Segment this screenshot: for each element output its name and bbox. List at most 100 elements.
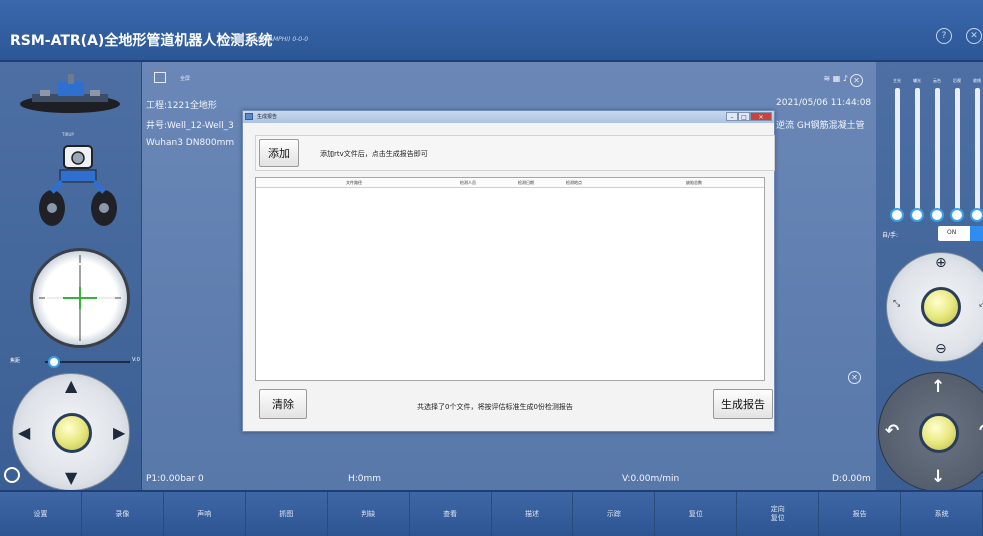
slider-label: 后视 — [953, 78, 961, 83]
toolbar-settings[interactable]: 设置 — [0, 492, 82, 536]
fullscreen-icon[interactable] — [154, 72, 166, 83]
pipe-info: Wuhan3 DN800mm — [146, 138, 235, 148]
toolbar-defect[interactable]: 判缺 — [328, 492, 410, 536]
toolbar-reset[interactable]: 复位 — [655, 492, 738, 536]
flow-info: 逆流 GH钢筋混凝土管 — [776, 121, 865, 131]
ptz-center-button[interactable] — [919, 413, 959, 453]
file-table[interactable]: 文件路径 检测人员 检测日期 检测地点 缺陷总数 — [255, 177, 765, 381]
close-icon[interactable]: ✕ — [750, 112, 772, 121]
slider-track[interactable] — [935, 88, 940, 212]
col-file-path: 文件路径 — [346, 180, 362, 185]
focus-slider[interactable]: 焦距 V:0 — [10, 356, 140, 368]
slider-track[interactable] — [895, 88, 900, 212]
toolbar-trace[interactable]: 示踪 — [573, 492, 656, 536]
main-light-slider[interactable]: 主光 — [890, 78, 904, 222]
level-gauge — [30, 248, 130, 348]
cable-slider[interactable]: 收线 — [970, 78, 983, 222]
toolbar-record[interactable]: 录像 — [82, 492, 164, 536]
network-icon: ▦ — [832, 74, 841, 83]
toggle-thumb — [970, 226, 983, 241]
zoom-center-button[interactable] — [921, 287, 961, 327]
left-arrow-icon[interactable]: ◀ — [18, 425, 30, 441]
close-app-icon[interactable]: ✕ — [966, 28, 982, 44]
backward-arrow-icon[interactable]: ▼ — [65, 470, 77, 486]
col-date: 检测日期 — [518, 180, 534, 185]
robot-label: TIRUP — [62, 132, 74, 137]
ptz-rotate-left-icon[interactable]: ↶ — [885, 421, 899, 441]
robot-front-view-icon — [39, 145, 117, 226]
distance-readout: D:0.00m — [832, 474, 871, 484]
zoom-in-icon[interactable]: ⊕ — [935, 255, 947, 271]
slider-label: 云台 — [933, 78, 941, 83]
toolbar-orient-reset[interactable]: 定向 复位 — [737, 492, 820, 536]
slider-track[interactable] — [975, 88, 980, 212]
aux-light-slider[interactable]: 辅光 — [910, 78, 924, 222]
toolbar-sound[interactable]: 声响 — [164, 492, 246, 536]
report-dialog: 生成报告 – □ ✕ 添加 添加rtv文件后，点击生成报告即可 文件路径 检测人… — [242, 110, 775, 432]
toolbar-view[interactable]: 查看 — [410, 492, 492, 536]
help-icon[interactable]: ? — [936, 28, 952, 44]
auto-manual-toggle[interactable]: ON — [938, 226, 983, 241]
zoom-out-icon[interactable]: ⊖ — [935, 341, 947, 357]
toolbar-describe[interactable]: 描述 — [492, 492, 574, 536]
toolbar-snapshot[interactable]: 抓图 — [246, 492, 328, 536]
clear-button[interactable]: 清除 — [259, 389, 307, 419]
action-section: 清除 共选择了0个文件，将按评估标准生成0份检测报告 生成报告 — [255, 387, 775, 423]
slider-knob[interactable] — [930, 208, 944, 222]
focus-knob[interactable] — [48, 356, 60, 368]
drive-dpad[interactable]: ▲ ▼ ◀ ▶ — [12, 373, 130, 491]
generate-report-button[interactable]: 生成报告 — [713, 389, 773, 419]
ptz-pad[interactable]: ↑ ↓ ↶ ↷ — [878, 372, 983, 492]
ptz-slider[interactable]: 云台 — [930, 78, 944, 222]
title-bar: RSM-ATR(A)全地形管道机器人检测系统 V1.0.20922 (AMPHI… — [0, 0, 983, 62]
rear-view-slider[interactable]: 后视 — [950, 78, 964, 222]
status-icons: ≋ ▦ ♪ — [824, 74, 848, 83]
col-location: 检测地点 — [566, 180, 582, 185]
app-version: V1.0.20922 (AMPHI) 0-0-0 — [230, 36, 309, 43]
left-panel: TIRUP 焦距 V:0 ▲ ▼ ◀ ▶ — [0, 62, 142, 491]
ptz-up-icon[interactable]: ↑ — [931, 377, 945, 397]
selection-summary: 共选择了0个文件，将按评估标准生成0份检测报告 — [417, 403, 573, 411]
expand-icon[interactable]: ⤢ — [979, 299, 983, 309]
add-button[interactable]: 添加 — [259, 139, 299, 167]
minimize-icon[interactable]: – — [726, 112, 738, 121]
focus-label: 焦距 — [10, 358, 21, 364]
ptz-rotate-right-icon[interactable]: ↷ — [979, 421, 983, 441]
maximize-icon[interactable]: □ — [738, 112, 750, 121]
add-section: 添加 添加rtv文件后，点击生成报告即可 — [255, 135, 775, 171]
collapse-icon[interactable]: ⤡ — [893, 299, 900, 309]
slider-label: 主光 — [893, 78, 901, 83]
overlay-close-icon[interactable]: ✕ — [850, 74, 863, 87]
forward-arrow-icon[interactable]: ▲ — [65, 378, 77, 394]
tilt-dial-icon — [39, 255, 121, 341]
toggle-label: ON — [947, 229, 957, 236]
table-header: 文件路径 检测人员 检测日期 检测地点 缺陷总数 — [256, 178, 764, 188]
drive-stop-button[interactable] — [52, 413, 92, 453]
dialog-title-bar[interactable]: 生成报告 – □ ✕ — [243, 111, 774, 123]
slider-label: 辅光 — [913, 78, 921, 83]
height-readout: H:0mm — [348, 474, 382, 484]
slider-label: 收线 — [973, 78, 981, 83]
audio-icon: ♪ — [842, 74, 848, 83]
well-info: 井号:Well_12-Well_3 — [146, 121, 234, 131]
slider-knob[interactable] — [910, 208, 924, 222]
add-hint: 添加rtv文件后，点击生成报告即可 — [320, 150, 428, 158]
slider-knob[interactable] — [970, 208, 983, 222]
slider-track[interactable] — [955, 88, 960, 212]
toolbar-report[interactable]: 报告 — [819, 492, 902, 536]
steering-wheel-icon[interactable] — [4, 467, 20, 483]
slider-knob[interactable] — [890, 208, 904, 222]
dialog-title: 生成报告 — [257, 114, 278, 120]
auto-manual-label: 自/手: — [882, 232, 899, 239]
slider-knob[interactable] — [950, 208, 964, 222]
bottom-toolbar: 设置 录像 声响 抓图 判缺 查看 描述 示踪 复位 定向 复位 报告 系统 — [0, 490, 983, 536]
toolbar-system[interactable]: 系统 — [901, 492, 983, 536]
wifi-icon: ≋ — [823, 74, 831, 83]
col-inspector: 检测人员 — [460, 180, 476, 185]
video-close-icon[interactable]: ✕ — [848, 371, 861, 384]
datetime: 2021/05/06 11:44:08 — [776, 98, 872, 108]
zoom-pad[interactable]: ⊕ ⊖ ⤡ ⤢ — [886, 252, 983, 362]
ptz-down-icon[interactable]: ↓ — [931, 467, 945, 487]
slider-track[interactable] — [915, 88, 920, 212]
right-arrow-icon[interactable]: ▶ — [113, 425, 125, 441]
